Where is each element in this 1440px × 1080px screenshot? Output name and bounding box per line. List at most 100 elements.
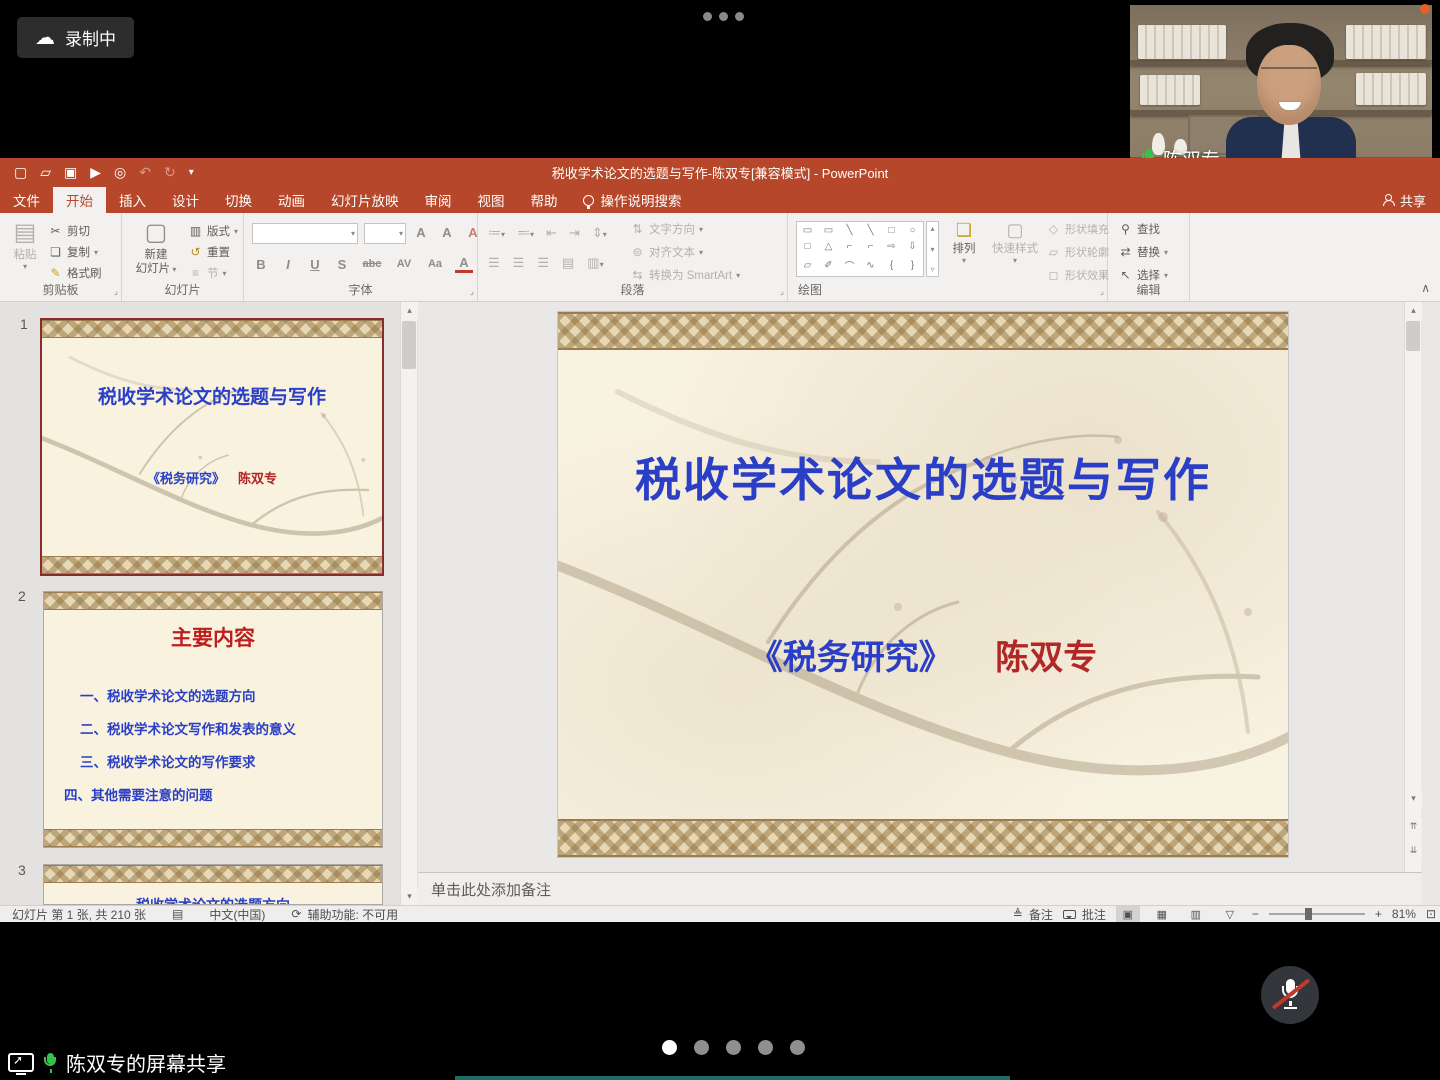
dot-active[interactable] xyxy=(662,1040,677,1055)
align-right-icon[interactable]: ☰ xyxy=(537,255,549,271)
slide-counter[interactable]: 幻灯片 第 1 张, 共 210 张 xyxy=(12,906,146,923)
align-text-button[interactable]: ⊜ 对齐文本 ▾ xyxy=(630,244,703,260)
tab-review[interactable]: 审阅 xyxy=(412,187,465,213)
numbering-icon[interactable]: ≕▾ xyxy=(517,225,534,241)
thumbnail-slide-1[interactable]: 税收学术论文的选题与写作 《税务研究》 陈双专 xyxy=(40,318,384,576)
shapes-gallery-scroll[interactable]: ▴▾▿ xyxy=(926,221,939,277)
reading-view-button[interactable]: ▥ xyxy=(1184,906,1208,922)
shape-fill-button[interactable]: ◇ 形状填充 xyxy=(1046,221,1109,237)
recording-badge[interactable]: ☁ 录制中 xyxy=(17,17,134,58)
accessibility-status[interactable]: ⟳ 辅助功能: 不可用 xyxy=(291,906,398,923)
text-direction-button[interactable]: ⇅ 文字方向 ▾ xyxy=(630,221,703,237)
title-bar[interactable]: ▢ ▱ ▣ ▶ ◎ ↶ ↻ ▾ 税收学术论文的选题与写作-陈双专[兼容模式] -… xyxy=(0,158,1440,187)
notes-toggle-button[interactable]: ≜ 备注 xyxy=(1013,906,1053,923)
comments-toggle-button[interactable]: 批注 xyxy=(1063,906,1106,923)
quick-styles-button[interactable]: ▢ 快速样式 ▾ xyxy=(986,221,1044,266)
scroll-up-icon[interactable]: ▴ xyxy=(401,302,418,319)
dialog-launcher-icon[interactable]: ⌟ xyxy=(470,286,474,297)
dot[interactable] xyxy=(694,1040,709,1055)
grow-font-icon[interactable]: A xyxy=(412,225,430,240)
italic-button[interactable]: I xyxy=(279,257,297,272)
share-button[interactable]: 共享 xyxy=(1382,187,1426,213)
align-left-icon[interactable]: ☰ xyxy=(488,255,500,271)
dialog-launcher-icon[interactable]: ⌟ xyxy=(114,286,118,297)
previous-slide-icon[interactable]: ⇈ xyxy=(1405,818,1422,835)
slideshow-view-button[interactable]: ▽ xyxy=(1218,906,1242,922)
notes-pane[interactable]: 单击此处添加备注 xyxy=(418,872,1422,905)
tell-me-search[interactable]: 操作说明搜索 xyxy=(571,187,694,213)
dot[interactable] xyxy=(790,1040,805,1055)
columns-icon[interactable]: ▥▾ xyxy=(587,255,603,271)
reset-button[interactable]: ↺ 重置 xyxy=(188,244,230,260)
new-slide-button[interactable]: ▢ 新建 幻灯片 ▾ xyxy=(132,221,180,277)
justify-icon[interactable]: ▤ xyxy=(562,255,574,271)
tab-transitions[interactable]: 切换 xyxy=(212,187,265,213)
bold-button[interactable]: B xyxy=(252,257,270,272)
slide-title-textbox[interactable]: 税收学术论文的选题与写作 xyxy=(558,444,1288,510)
tab-insert[interactable]: 插入 xyxy=(106,187,159,213)
slide-canvas[interactable]: 税收学术论文的选题与写作 《税务研究》 陈双专 xyxy=(558,312,1288,857)
scroll-down-icon[interactable]: ▾ xyxy=(1405,790,1422,807)
cut-button[interactable]: ✂ 剪切 xyxy=(48,223,90,239)
window-drag-handle-icon[interactable] xyxy=(703,12,744,21)
tab-slideshow[interactable]: 幻灯片放映 xyxy=(318,187,412,213)
zoom-slider[interactable] xyxy=(1269,913,1365,915)
slide-sorter-view-button[interactable]: ▦ xyxy=(1150,906,1174,922)
webcam-tile[interactable]: 陈双专 xyxy=(1130,5,1432,180)
microphone-mute-button[interactable] xyxy=(1261,966,1319,1024)
next-slide-icon[interactable]: ⇊ xyxy=(1405,842,1422,859)
section-button[interactable]: ≡ 节 ▾ xyxy=(188,265,227,281)
shapes-gallery[interactable]: ▭▭╲╲□○ □△⌐⌐⇨⇩ ▱✐⌒∿{} xyxy=(796,221,924,277)
fit-to-window-icon[interactable]: ⊡ xyxy=(1426,907,1436,921)
tab-home[interactable]: 开始 xyxy=(53,187,106,213)
tab-animations[interactable]: 动画 xyxy=(265,187,318,213)
tab-design[interactable]: 设计 xyxy=(159,187,212,213)
increase-indent-icon[interactable]: ⇥ xyxy=(569,225,580,241)
zoom-out-icon[interactable]: − xyxy=(1252,907,1259,921)
zoom-in-icon[interactable]: + xyxy=(1375,907,1382,921)
find-button[interactable]: ⚲ 查找 xyxy=(1118,221,1160,237)
font-size-input[interactable]: ▾ xyxy=(364,223,406,244)
scroll-down-icon[interactable]: ▾ xyxy=(401,888,418,905)
shrink-font-icon[interactable]: A xyxy=(438,225,456,240)
scrollbar-thumb[interactable] xyxy=(402,321,416,369)
layout-button[interactable]: ▥ 版式 ▾ xyxy=(188,223,238,239)
thumbnail-scrollbar[interactable]: ▴ ▾ xyxy=(400,302,417,905)
underline-button[interactable]: U xyxy=(306,257,324,272)
thumbnail-slide-2[interactable]: 主要内容 一、税收学术论文的选题方向 二、税收学术论文写作和发表的意义 三、税收… xyxy=(43,591,383,848)
scroll-up-icon[interactable]: ▴ xyxy=(1405,302,1422,319)
editor-scrollbar[interactable]: ▴ ▾ ⇈ ⇊ xyxy=(1404,302,1421,872)
collapse-ribbon-icon[interactable]: ∧ xyxy=(1421,281,1430,295)
shadow-button[interactable]: S xyxy=(333,257,351,272)
shape-outline-button[interactable]: ▱ 形状轮廓 xyxy=(1046,244,1109,260)
copy-button[interactable]: ❏ 复制 ▾ xyxy=(48,244,98,260)
pagination-dots[interactable] xyxy=(662,1040,805,1055)
dialog-launcher-icon[interactable]: ⌟ xyxy=(780,286,784,297)
strikethrough-button[interactable]: abc xyxy=(360,258,384,270)
decrease-indent-icon[interactable]: ⇤ xyxy=(546,225,557,241)
replace-button[interactable]: ⇄ 替换 ▾ xyxy=(1118,244,1168,260)
zoom-percentage[interactable]: 81% xyxy=(1392,907,1416,921)
font-color-button[interactable]: A xyxy=(455,255,473,273)
tab-file[interactable]: 文件 xyxy=(0,187,53,213)
change-case-button[interactable]: Aa xyxy=(424,258,446,270)
format-painter-button[interactable]: ✎ 格式刷 xyxy=(48,265,102,281)
arrange-button[interactable]: ❏ 排列 ▾ xyxy=(944,221,984,266)
proofing-button[interactable]: ▤ xyxy=(172,907,183,921)
slide-subtitle-textbox[interactable]: 《税务研究》 陈双专 xyxy=(558,630,1288,679)
font-name-input[interactable]: ▾ xyxy=(252,223,358,244)
bullets-icon[interactable]: ≔▾ xyxy=(488,225,505,241)
align-center-icon[interactable]: ☰ xyxy=(513,255,525,271)
thumbnail-slide-3[interactable]: 税收学术论文的选题方向 xyxy=(43,864,383,905)
paste-button[interactable]: ▤ 粘贴 ▾ xyxy=(8,221,42,272)
normal-view-button[interactable]: ▣ xyxy=(1116,906,1140,922)
dot[interactable] xyxy=(758,1040,773,1055)
language-indicator[interactable]: 中文(中国) xyxy=(209,906,265,923)
character-spacing-button[interactable]: AV xyxy=(393,258,415,270)
tab-view[interactable]: 视图 xyxy=(465,187,518,213)
tab-help[interactable]: 帮助 xyxy=(518,187,571,213)
scrollbar-thumb[interactable] xyxy=(1406,321,1420,351)
line-spacing-icon[interactable]: ⇕▾ xyxy=(592,225,607,241)
dot[interactable] xyxy=(726,1040,741,1055)
zoom-slider-knob[interactable] xyxy=(1305,908,1312,920)
